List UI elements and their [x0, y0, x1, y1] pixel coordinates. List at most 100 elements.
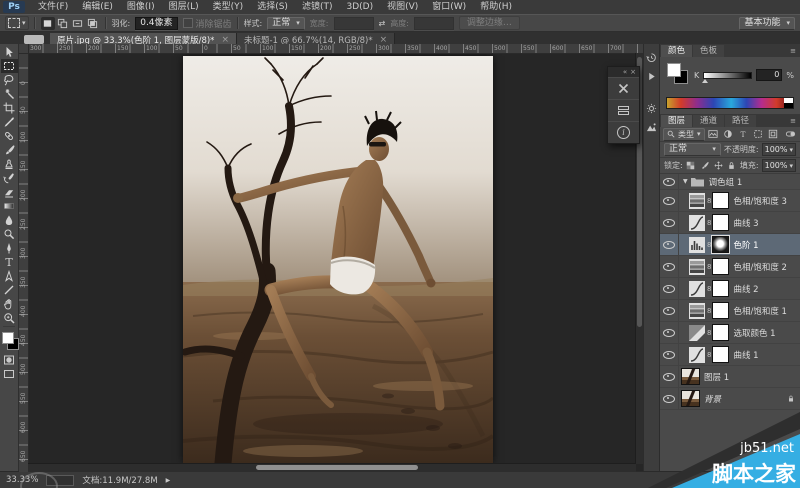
foreground-color-swatch[interactable] [1, 332, 14, 344]
tab-layers[interactable]: 图层 [661, 115, 693, 127]
menu-item[interactable]: 图像(I) [120, 0, 162, 14]
ruler-corner[interactable] [19, 44, 29, 54]
panel-menu-icon[interactable]: ≡ [790, 45, 800, 57]
screen-mode-icon[interactable] [1, 367, 18, 381]
visibility-toggle[interactable] [660, 388, 679, 409]
layer-mask-thumbnail[interactable] [712, 302, 730, 319]
tool-preset-picker[interactable]: ▾ [5, 16, 29, 30]
filter-type-layers-icon[interactable]: T [737, 129, 750, 140]
intersect-selection-icon[interactable] [86, 17, 100, 30]
antialias-checkbox[interactable]: 消除锯齿 [182, 17, 232, 30]
layer-mask-thumbnail[interactable] [712, 192, 730, 209]
magic-wand-tool[interactable] [1, 87, 18, 101]
filter-toggle-icon[interactable] [784, 129, 797, 140]
layer-row[interactable]: 8 曲线 2 [660, 278, 800, 300]
workspace-switcher[interactable]: 基本功能 ▾ [739, 16, 795, 30]
menu-item[interactable]: 类型(Y) [206, 0, 251, 14]
visibility-toggle[interactable] [660, 190, 679, 211]
menu-item[interactable]: 3D(D) [339, 0, 380, 14]
brush-tool[interactable] [1, 143, 18, 157]
layer-mask-thumbnail[interactable] [712, 258, 730, 275]
filter-smart-objects-icon[interactable] [767, 129, 780, 140]
visibility-toggle[interactable] [660, 234, 679, 255]
visibility-toggle[interactable] [660, 256, 679, 277]
visibility-toggle[interactable] [660, 366, 679, 387]
horizontal-scrollbar[interactable] [28, 463, 636, 472]
menu-item[interactable]: 帮助(H) [473, 0, 519, 14]
new-selection-icon[interactable] [40, 16, 55, 30]
rectangular-marquee-tool[interactable] [0, 59, 18, 73]
layer-row-selected[interactable]: 8 色阶 1 [660, 234, 800, 256]
history-panel-icon[interactable] [646, 51, 658, 63]
menu-item[interactable]: 编辑(E) [75, 0, 120, 14]
lock-position-icon[interactable] [713, 160, 724, 171]
slider-marker-icon[interactable] [702, 78, 709, 83]
style-select[interactable]: 正常 ▾ [267, 16, 305, 30]
lock-image-pixels-icon[interactable] [699, 160, 710, 171]
color-spectrum-ramp[interactable] [666, 97, 794, 109]
layer-mask-thumbnail[interactable] [712, 324, 730, 341]
layer-row[interactable]: 8 色相/饱和度 3 [660, 190, 800, 212]
blur-tool[interactable] [1, 213, 18, 227]
lock-all-icon[interactable] [726, 160, 737, 171]
crop-tool[interactable] [1, 101, 18, 115]
k-slider[interactable] [702, 71, 753, 83]
close-tab-icon[interactable]: × [380, 35, 388, 45]
eraser-tool[interactable] [1, 185, 18, 199]
path-selection-tool[interactable] [1, 269, 18, 283]
layer-filter-select[interactable]: 类型 ▾ [663, 127, 705, 141]
filter-shape-layers-icon[interactable] [752, 129, 765, 140]
layer-mask-thumbnail[interactable] [712, 346, 730, 363]
horizontal-ruler[interactable]: 300 250 200 150 100 50 0 50 100 150 200 250 300 350 40… [28, 44, 643, 54]
tab-channels[interactable]: 通道 [693, 115, 725, 127]
layer-th umbnail[interactable] [681, 368, 700, 385]
layer-row[interactable]: 8 曲线 1 [660, 344, 800, 366]
layer-row[interactable]: 图层 1 [660, 366, 800, 388]
swap-dimensions-icon[interactable]: ⇄ [379, 19, 386, 28]
menu-item[interactable]: 选择(S) [250, 0, 295, 14]
actions-panel-icon[interactable] [646, 70, 658, 82]
layer-row[interactable]: 8 选取颜色 1 [660, 322, 800, 344]
eyedropper-tool[interactable] [1, 115, 18, 129]
menu-item[interactable]: 视图(V) [380, 0, 425, 14]
width-input[interactable] [333, 16, 374, 30]
dodge-tool[interactable] [1, 227, 18, 241]
height-input[interactable] [413, 16, 454, 30]
layer-group-row[interactable]: ▼ 调色组 1 [660, 174, 800, 190]
menu-item[interactable]: 窗口(W) [425, 0, 473, 14]
add-to-selection-icon[interactable] [56, 17, 70, 30]
clone-stamp-tool[interactable] [1, 157, 18, 171]
filter-adjustment-layers-icon[interactable] [722, 129, 735, 140]
layer-thumbnail[interactable] [681, 390, 700, 407]
crossed-tools-icon[interactable] [608, 77, 639, 99]
status-options-icon[interactable]: ▶ [166, 477, 171, 484]
adjustments-panel-icon[interactable] [646, 102, 658, 114]
close-icon[interactable]: × [630, 67, 636, 77]
move-tool[interactable] [1, 45, 18, 59]
group-name[interactable]: 调色组 1 [709, 176, 743, 188]
slides-icon[interactable] [608, 99, 639, 121]
foreground-color-swatch[interactable] [667, 63, 681, 77]
visibility-toggle[interactable] [660, 344, 679, 365]
styles-panel-icon[interactable] [646, 121, 658, 133]
subtract-from-selection-icon[interactable] [71, 17, 85, 30]
layer-mask-thumbnail[interactable] [712, 280, 730, 297]
vertical-ruler[interactable]: 0 50 100 150 200 250 300 350 400 450 500 550 600 650 [19, 53, 29, 472]
visibility-toggle[interactable] [660, 174, 679, 189]
tab-color[interactable]: 颜色 [661, 45, 693, 57]
expand-triangle-icon[interactable]: ▼ [683, 178, 688, 185]
line-tool[interactable] [1, 283, 18, 297]
black-swatch[interactable] [784, 103, 793, 108]
spot-healing-brush-tool[interactable] [1, 129, 18, 143]
lasso-tool[interactable] [1, 73, 18, 87]
feather-input[interactable]: 0.4像素 [135, 16, 178, 30]
filter-pixel-layers-icon[interactable] [707, 129, 720, 140]
visibility-toggle[interactable] [660, 322, 679, 343]
blend-mode-select[interactable]: 正常 ▾ [664, 143, 721, 156]
history-brush-tool[interactable] [1, 171, 18, 185]
zoom-tool[interactable] [1, 311, 18, 325]
info-icon[interactable]: i [608, 121, 639, 143]
fill-input[interactable]: 100% ▾ [761, 159, 796, 172]
visibility-toggle[interactable] [660, 300, 679, 321]
collapse-panel-icon[interactable]: « [623, 67, 627, 77]
